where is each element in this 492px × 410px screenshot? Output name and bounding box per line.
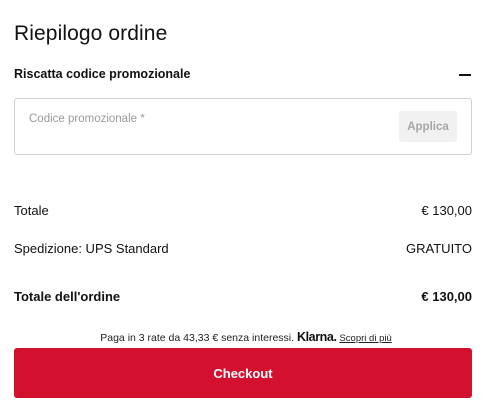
- promo-code-field-container: Applica: [14, 98, 472, 155]
- shipping-value: GRATUITO: [406, 241, 472, 256]
- klarna-installments-message: Paga in 3 rate da 43,33 € senza interess…: [0, 330, 492, 344]
- shipping-label: Spedizione: UPS Standard: [14, 241, 169, 256]
- order-total-row: Totale dell'ordine € 130,00: [14, 289, 472, 304]
- order-total-value: € 130,00: [421, 289, 472, 304]
- subtotal-value: € 130,00: [421, 203, 472, 218]
- promo-code-toggle-label: Riscatta codice promozionale: [14, 67, 191, 81]
- subtotal-label: Totale: [14, 203, 49, 218]
- klarna-logo: Klarna.: [296, 330, 337, 344]
- klarna-learn-more-link[interactable]: Scopri di più: [339, 333, 391, 344]
- shipping-row: Spedizione: UPS Standard GRATUITO: [14, 241, 472, 256]
- collapse-minus-icon[interactable]: [458, 64, 472, 84]
- promo-code-input[interactable]: [29, 110, 389, 128]
- order-total-label: Totale dell'ordine: [14, 289, 121, 304]
- apply-promo-button[interactable]: Applica: [399, 111, 457, 142]
- promo-code-toggle[interactable]: Riscatta codice promozionale: [14, 64, 472, 84]
- klarna-installments-text: Paga in 3 rate da 43,33 € senza interess…: [100, 332, 295, 344]
- page-title: Riepilogo ordine: [14, 22, 168, 45]
- checkout-button[interactable]: Checkout: [14, 348, 472, 398]
- subtotal-row: Totale € 130,00: [14, 203, 472, 218]
- order-summary-panel: Riepilogo ordine Riscatta codice promozi…: [0, 0, 492, 410]
